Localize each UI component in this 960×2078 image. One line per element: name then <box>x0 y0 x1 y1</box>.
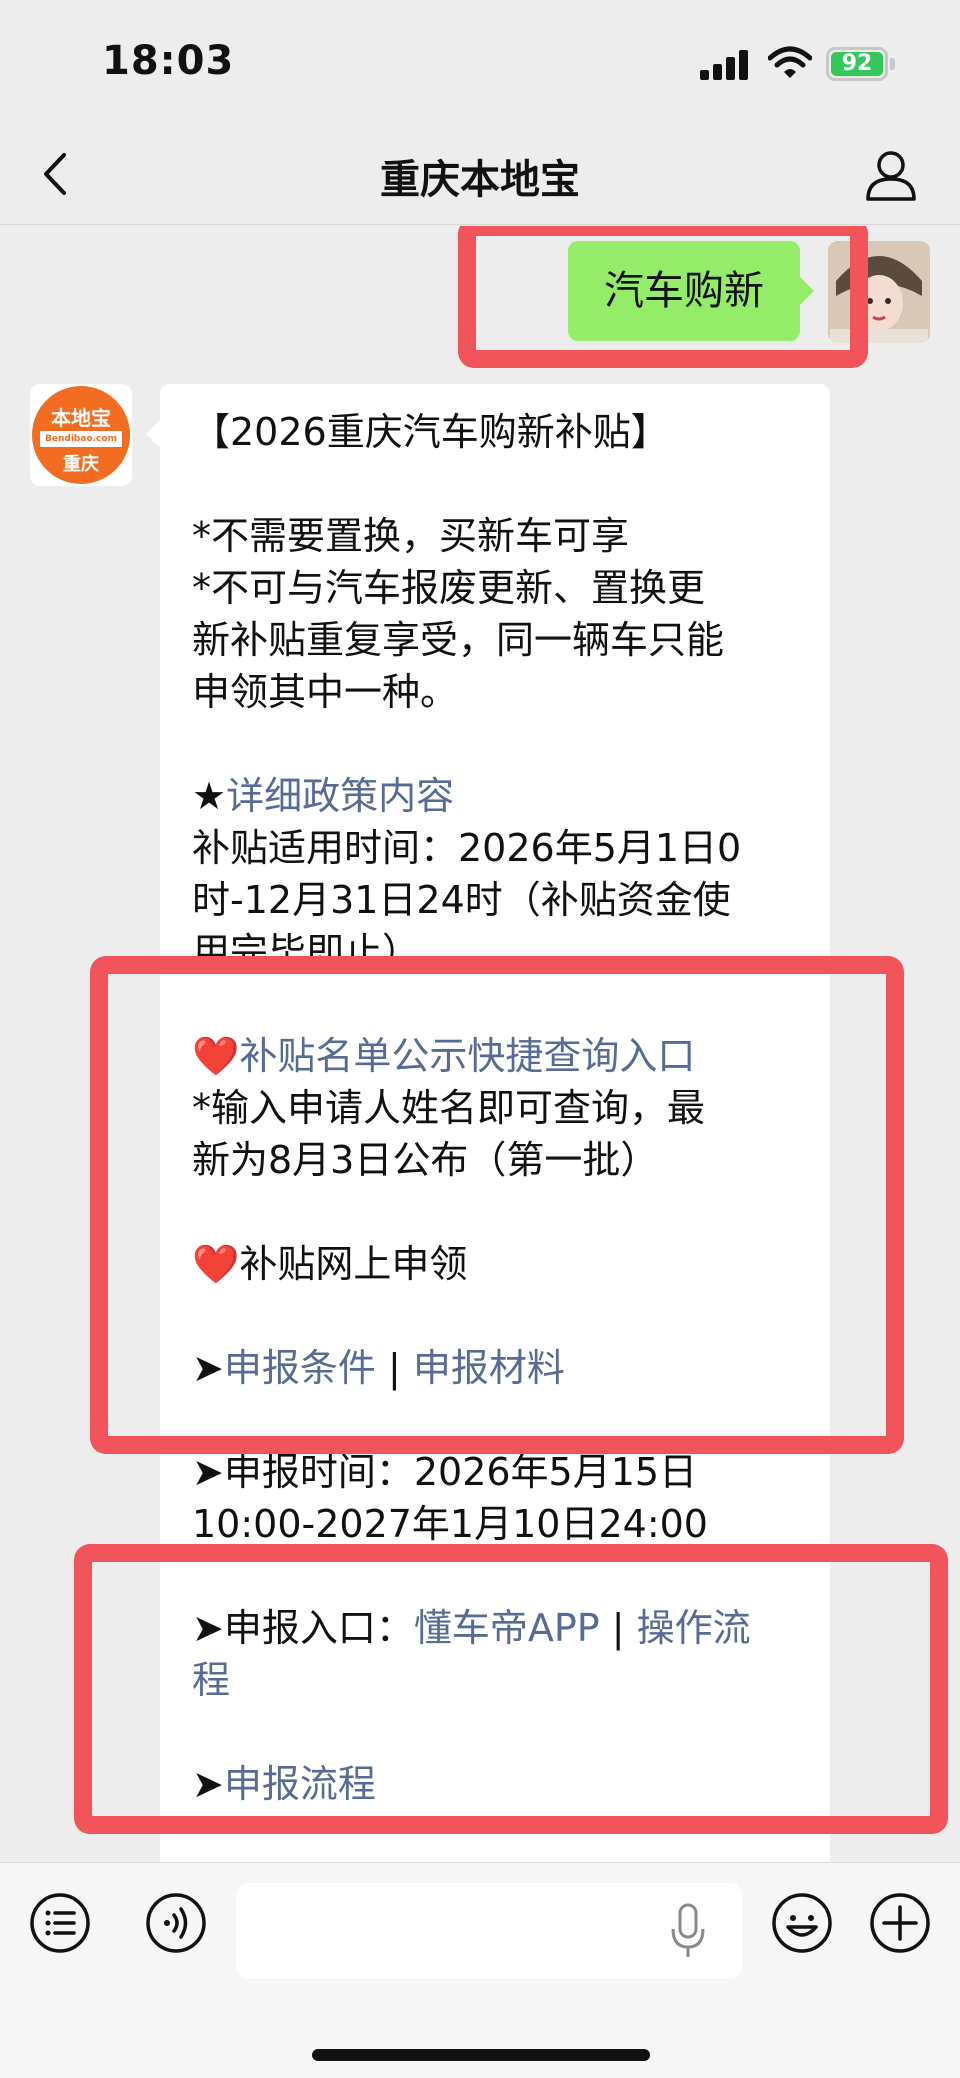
received-message-bubble: 【2026重庆汽车购新补贴】 *不需要置换，买新车可享 *不可与汽车报废更新、置… <box>146 384 830 1862</box>
logo-text-top: 本地宝 <box>51 406 111 430</box>
time-row: ➤申报时间：2026年5月15日 <box>192 1446 697 1498</box>
logo-text-city: 重庆 <box>63 454 99 475</box>
home-indicator[interactable] <box>312 2049 650 2061</box>
voice-input-icon[interactable] <box>144 1891 208 1955</box>
conditions-row: ➤申报条件 | 申报材料 <box>192 1342 565 1394</box>
online-apply-label: 补贴网上申领 <box>239 1242 468 1286</box>
entry-label: 申报入口： <box>223 1606 414 1650</box>
wifi-icon <box>768 46 812 78</box>
online-apply-row: ❤️补贴网上申领 <box>192 1238 467 1290</box>
separator: | <box>375 1346 413 1390</box>
heart-icon: ❤️ <box>192 1242 240 1286</box>
materials-link[interactable]: 申报材料 <box>413 1346 565 1390</box>
entry-row: ➤申报入口：懂车帝APP | 操作流 <box>192 1602 751 1654</box>
separator: | <box>599 1606 637 1650</box>
arrow-icon: ➤ <box>192 1450 224 1494</box>
user-avatar-image <box>828 241 930 343</box>
operation-process-link[interactable]: 操作流 <box>637 1606 751 1650</box>
conditions-link[interactable]: 申报条件 <box>224 1346 376 1390</box>
arrow-icon: ➤ <box>192 1762 224 1806</box>
message-heading: 【2026重庆汽车购新补贴】 <box>192 410 669 454</box>
message-line: *输入申请人姓名即可查询，最 <box>192 1086 706 1130</box>
battery-tip <box>890 58 895 70</box>
application-time: 申报时间：2026年5月15日 <box>223 1450 698 1494</box>
message-line: *不可与汽车报废更新、置换更 <box>192 566 706 610</box>
message-line: 申领其中一种。 <box>192 670 459 714</box>
logo-url: Bendibao.com <box>40 431 122 447</box>
policy-details-link[interactable]: 详细政策内容 <box>226 774 454 818</box>
process-row: ➤申报流程 <box>192 1758 376 1810</box>
dongchedi-app-link[interactable]: 懂车帝APP <box>414 1606 600 1650</box>
bendibao-logo: 本地宝 Bendibao.com 重庆 <box>32 386 130 484</box>
star-icon: ★ <box>192 774 227 818</box>
message-line: 补贴适用时间：2026年5月1日0 <box>192 826 742 870</box>
arrow-icon: ➤ <box>192 1606 224 1650</box>
status-time: 18:03 <box>102 38 235 84</box>
menu-list-icon[interactable] <box>28 1891 92 1955</box>
query-row: ❤️补贴名单公示快捷查询入口 <box>192 1030 695 1082</box>
user-avatar[interactable] <box>828 241 930 343</box>
message-line: 10:00-2027年1月10日24:00 <box>192 1502 708 1546</box>
cellular-signal-icon <box>700 50 750 80</box>
emoji-icon[interactable] <box>770 1891 834 1955</box>
chat-area[interactable]: 汽车购新 本地宝 Bendibao.com 重庆 【2026重庆汽车购新补贴】 … <box>0 226 960 1862</box>
arrow-icon: ➤ <box>192 1346 224 1390</box>
operation-process-link-cont: 程 <box>192 1654 230 1706</box>
subsidy-list-query-link[interactable]: 补贴名单公示快捷查询入口 <box>239 1034 695 1078</box>
message-line: *不需要置换，买新车可享 <box>192 514 630 558</box>
add-plus-icon[interactable] <box>868 1891 932 1955</box>
microphone-icon[interactable] <box>668 1901 708 1961</box>
message-line: 新补贴重复享受，同一辆车只能 <box>192 618 725 662</box>
message-input[interactable] <box>236 1883 742 1979</box>
page-title: 重庆本地宝 <box>380 157 580 203</box>
message-line: 用完毕即止） <box>192 930 421 974</box>
nav-bar: 重庆本地宝 <box>0 125 960 225</box>
input-bar <box>0 1862 960 2078</box>
message-line: 新为8月3日公布（第一批） <box>192 1138 659 1182</box>
profile-icon[interactable] <box>862 145 920 203</box>
heart-icon: ❤️ <box>192 1034 240 1078</box>
application-process-link[interactable]: 申报流程 <box>224 1762 376 1806</box>
policy-row: ★详细政策内容 <box>192 770 454 822</box>
battery-level: 92 <box>831 52 883 76</box>
battery-icon: 92 <box>826 47 888 81</box>
sent-message-bubble[interactable]: 汽车购新 <box>568 241 814 341</box>
operation-process-link[interactable]: 程 <box>192 1658 230 1702</box>
status-bar: 18:03 92 <box>0 0 960 125</box>
bot-avatar[interactable]: 本地宝 Bendibao.com 重庆 <box>30 384 132 486</box>
message-line: 时-12月31日24时（补贴资金使 <box>192 878 731 922</box>
